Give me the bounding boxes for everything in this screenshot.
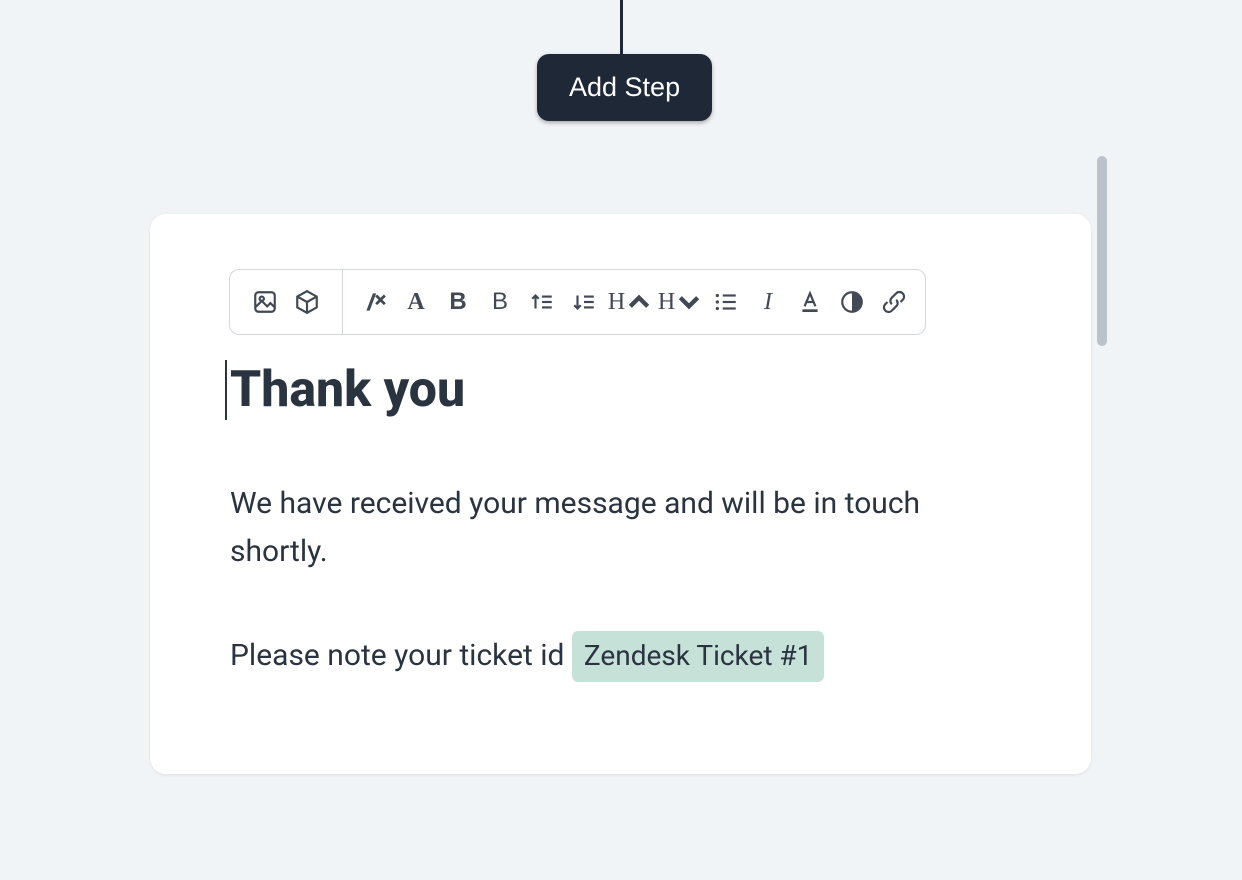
highlight-icon[interactable] bbox=[831, 280, 873, 324]
chevron-down-icon bbox=[676, 289, 702, 315]
connector-line bbox=[620, 0, 623, 54]
scrollbar-thumb[interactable] bbox=[1097, 156, 1107, 346]
add-step-button[interactable]: Add Step bbox=[537, 54, 712, 121]
toolbar-group-format: A B B H H I bbox=[342, 269, 926, 335]
bold-button[interactable]: B bbox=[437, 280, 479, 324]
ticket-chip[interactable]: Zendesk Ticket #1 bbox=[572, 631, 825, 682]
ticket-prefix-text: Please note your ticket id bbox=[230, 638, 572, 673]
link-icon[interactable] bbox=[873, 280, 915, 324]
weight-label: B bbox=[492, 288, 508, 316]
sort-asc-icon[interactable] bbox=[521, 280, 563, 324]
editor-toolbar: A B B H H I bbox=[229, 269, 926, 335]
chevron-up-icon bbox=[626, 289, 652, 315]
sort-desc-icon[interactable] bbox=[563, 280, 605, 324]
bold-label: B bbox=[449, 288, 466, 316]
content-paragraph[interactable]: We have received your message and will b… bbox=[230, 480, 1010, 576]
font-serif-button[interactable]: A bbox=[395, 280, 437, 324]
bullet-list-icon[interactable] bbox=[705, 280, 747, 324]
weight-button[interactable]: B bbox=[479, 280, 521, 324]
text-color-icon[interactable] bbox=[789, 280, 831, 324]
heading-decrease-button[interactable]: H bbox=[655, 280, 705, 324]
content-paragraph[interactable]: Please note your ticket id Zendesk Ticke… bbox=[230, 631, 1010, 682]
heading-increase-button[interactable]: H bbox=[605, 280, 655, 324]
content-heading[interactable]: Thank you bbox=[225, 360, 1010, 420]
heading-h-label: H bbox=[608, 289, 625, 316]
font-a-label: A bbox=[407, 289, 424, 316]
italic-button[interactable]: I bbox=[747, 280, 789, 324]
image-icon[interactable] bbox=[244, 280, 286, 324]
italic-label: I bbox=[764, 289, 772, 316]
toolbar-group-insert bbox=[229, 269, 342, 335]
clear-format-icon[interactable] bbox=[353, 280, 395, 324]
editor-content[interactable]: Thank you We have received your message … bbox=[230, 360, 1010, 682]
cube-icon[interactable] bbox=[286, 280, 328, 324]
heading-h-label: H bbox=[658, 289, 675, 316]
